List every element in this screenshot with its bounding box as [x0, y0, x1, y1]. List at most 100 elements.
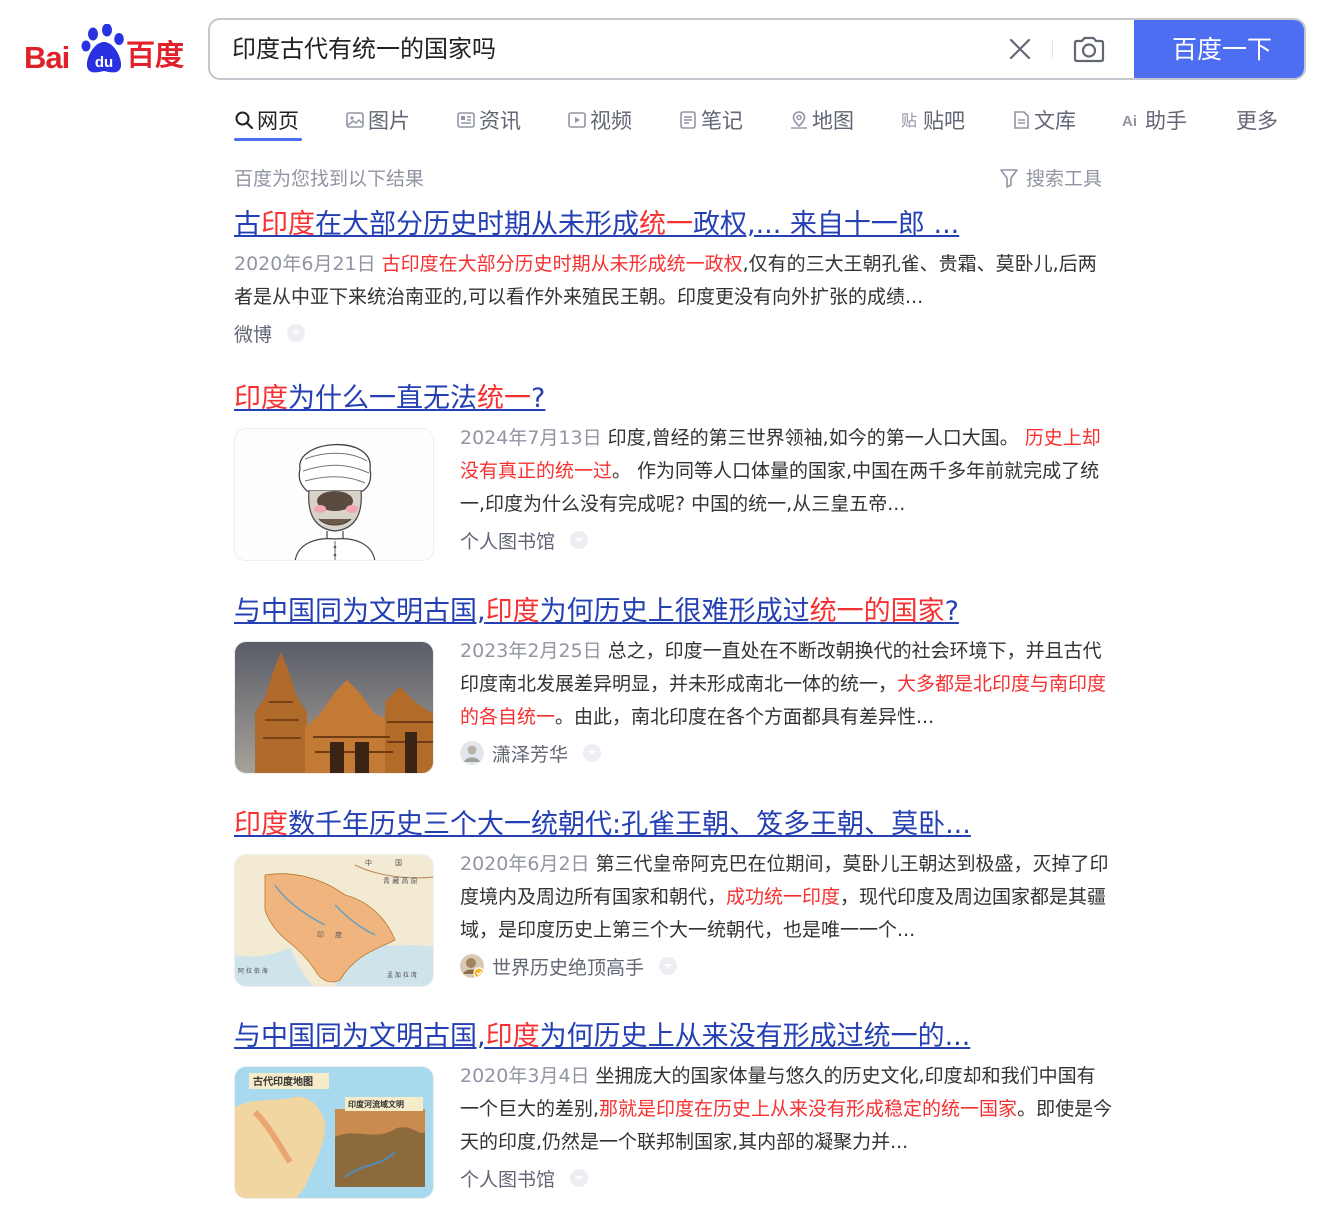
result-title-link[interactable]: 与中国同为文明古国,印度为何历史上很难形成过统一的国家?: [234, 595, 1114, 629]
result-title-link[interactable]: 印度为什么一直无法统一?: [234, 382, 1114, 416]
result-source: 微博: [234, 318, 1114, 348]
search-box: 百度一下: [208, 18, 1306, 80]
result-thumbnail[interactable]: [234, 641, 434, 774]
svg-text:Ai: Ai: [1122, 113, 1137, 130]
title-part: ?: [944, 596, 959, 627]
title-highlight: 印度: [234, 383, 288, 414]
title-part: 为何历史上从来没有形成过统一的...: [539, 1021, 971, 1052]
result-snippet: 2020年6月2日 第三代皇帝阿克巴在位期间，莫卧儿王朝达到极盛，灭掉了印度境内及…: [460, 848, 1114, 947]
tab-label: 视频: [590, 109, 632, 133]
snippet-part: 。由此，南北印度在各个方面都具有差异性...: [555, 706, 935, 728]
result-snippet: 2023年2月25日 总之，印度一直处在不断改朝换代的社会环境下，并且古代印度南北…: [460, 635, 1114, 734]
title-highlight: 统一: [477, 383, 531, 414]
result-snippet: 2020年6月21日 古印度在大部分历史时期从未形成统一政权,仅有的三大王朝孔雀、…: [234, 248, 1114, 314]
map-label: 印度河流域文明: [348, 1099, 404, 1109]
tab-assistant[interactable]: Ai 助手: [1122, 100, 1187, 140]
snippet-highlight: 那就是印度在历史上从来没有形成稳定的统一国家: [599, 1098, 1018, 1120]
tab-map[interactable]: 地图: [789, 100, 854, 140]
map-label: 中: [365, 858, 372, 867]
search-result: 印度为什么一直无法统一? 2024年7月13日 印度,曾经的第三世界领袖,如今的第…: [234, 382, 1114, 561]
avatar[interactable]: [460, 741, 484, 765]
result-date: 2020年6月21日: [234, 253, 376, 275]
title-highlight: 统一: [639, 209, 693, 240]
tab-more[interactable]: 更多: [1236, 100, 1278, 140]
result-thumbnail[interactable]: [234, 428, 434, 561]
map-label: 度: [335, 930, 342, 939]
logo-paw-text: du: [95, 54, 113, 71]
title-part: 在大部分历史时期从未形成: [315, 209, 639, 240]
tab-label: 网页: [257, 109, 299, 133]
search-result: 与中国同为文明古国,印度为何历史上很难形成过统一的国家? 2023年2月25日总…: [234, 595, 1114, 774]
tab-notes[interactable]: 笔记: [678, 100, 743, 140]
search-input[interactable]: [232, 20, 992, 78]
logo-text-latin: Bai: [24, 40, 70, 75]
map-label: 印: [317, 931, 324, 939]
source-name[interactable]: 个人图书馆: [460, 1165, 555, 1192]
search-divider: [1052, 41, 1053, 59]
title-part: 与中国同为文明古国,: [234, 1021, 486, 1052]
chevron-down-icon[interactable]: [658, 956, 678, 976]
title-highlight: 印度: [261, 209, 315, 240]
tab-tieba[interactable]: 贴 贴吧: [900, 100, 965, 140]
result-date: 2024年7月13日: [460, 427, 602, 449]
tab-wenku[interactable]: 文库: [1011, 100, 1076, 140]
result-title-link[interactable]: 古印度在大部分历史时期从未形成统一政权,... 来自十一郎 ...: [234, 208, 1114, 242]
title-part: 数千年历史三个大一统朝代:孔雀王朝、笈多王朝、莫卧...: [288, 809, 971, 840]
snippet-highlight: 成功统一印度: [726, 886, 841, 908]
result-source: 个人图书馆: [460, 525, 1114, 555]
chevron-down-icon[interactable]: [582, 743, 602, 763]
tab-label: 贴吧: [923, 109, 965, 133]
clear-icon[interactable]: [1007, 36, 1033, 62]
tab-web[interactable]: 网页: [234, 100, 299, 140]
camera-icon[interactable]: [1072, 35, 1106, 63]
source-name[interactable]: 个人图书馆: [460, 527, 555, 554]
result-date: 2020年3月4日: [460, 1065, 590, 1087]
active-tab-indicator: [234, 138, 302, 141]
result-title-link[interactable]: 印度数千年历史三个大一统朝代:孔雀王朝、笈多王朝、莫卧...: [234, 808, 1114, 842]
title-part: 古: [234, 209, 261, 240]
result-body: 2024年7月13日 印度,曾经的第三世界领袖,如今的第一人口大国。 历史上却没有…: [234, 422, 1114, 561]
result-snippet: 2020年3月4日 坐拥庞大的国家体量与悠久的历史文化,印度却和我们中国有一个巨大…: [460, 1060, 1114, 1159]
baidu-logo[interactable]: Bai du 百度: [24, 24, 186, 76]
result-source: 潇泽芳华: [460, 738, 1114, 768]
result-source: 个人图书馆: [460, 1163, 1114, 1193]
chevron-down-icon[interactable]: [569, 530, 589, 550]
tab-label: 资讯: [479, 109, 521, 133]
title-highlight: 统一的国家: [809, 596, 945, 627]
map-label: 孟 加 拉 湾: [387, 971, 417, 979]
tab-images[interactable]: 图片: [345, 100, 410, 140]
ai-icon: Ai: [1122, 113, 1137, 130]
result-source: 世界历史绝顶高手: [460, 951, 1114, 981]
search-button[interactable]: 百度一下: [1134, 20, 1304, 78]
tab-label: 地图: [812, 109, 854, 133]
title-part: 与中国同为文明古国,: [234, 596, 486, 627]
tab-video[interactable]: 视频: [567, 100, 632, 140]
search-tools-label: 搜索工具: [1026, 168, 1103, 190]
result-title-link[interactable]: 与中国同为文明古国,印度为何历史上从来没有形成过统一的...: [234, 1020, 1114, 1054]
svg-text:贴: 贴: [901, 111, 917, 130]
source-name[interactable]: 潇泽芳华: [492, 740, 568, 767]
historical-map-india: 中 国 青 藏 高 原 印 度 阿 拉 伯 海 孟 加 拉 湾: [235, 855, 433, 986]
video-icon: [568, 112, 586, 128]
snippet-part: 印度,曾经的第三世界领袖,如今的第一人口大国。: [607, 427, 1025, 449]
search-result: 印度数千年历史三个大一统朝代:孔雀王朝、笈多王朝、莫卧... 中 国 青 藏 高…: [234, 808, 1114, 987]
result-body: 2020年6月21日 古印度在大部分历史时期从未形成统一政权,仅有的三大王朝孔雀、…: [234, 248, 1114, 348]
search-tools-button[interactable]: 搜索工具: [1000, 164, 1102, 191]
source-name[interactable]: 微博: [234, 320, 272, 347]
snippet-highlight: 古印度在大部分历史时期从未形成统一政权: [381, 253, 743, 275]
title-highlight: 印度: [485, 596, 540, 627]
result-thumbnail[interactable]: 古代印度地图 印度河流域文明: [234, 1066, 434, 1199]
avatar[interactable]: [460, 954, 484, 978]
result-thumbnail[interactable]: 中 国 青 藏 高 原 印 度 阿 拉 伯 海 孟 加 拉 湾: [234, 854, 434, 987]
tab-news[interactable]: 资讯: [456, 100, 521, 140]
chevron-down-icon[interactable]: [286, 323, 306, 343]
result-body: 2023年2月25日 总之，印度一直处在不断改朝换代的社会环境下，并且古代印度南北…: [234, 635, 1114, 774]
doc-icon: [1014, 111, 1029, 129]
title-part: ?: [531, 383, 546, 414]
paw-icon: du: [81, 24, 124, 73]
tab-label: 助手: [1145, 109, 1187, 133]
source-name[interactable]: 世界历史绝顶高手: [492, 953, 644, 980]
filter-icon: [1000, 168, 1018, 188]
result-body: 古代印度地图 印度河流域文明 2020年3月4日 坐拥庞大的国家体量与悠久的历史文…: [234, 1060, 1114, 1199]
chevron-down-icon[interactable]: [569, 1168, 589, 1188]
